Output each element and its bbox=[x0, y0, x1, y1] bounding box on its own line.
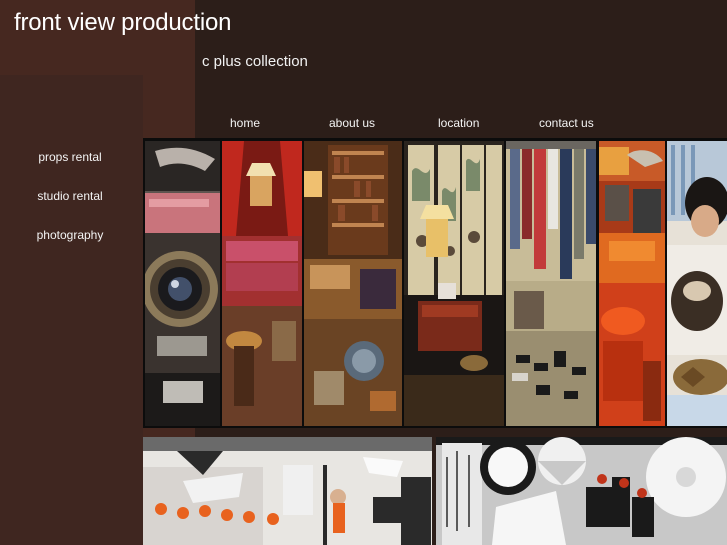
left-nav-band bbox=[0, 75, 143, 545]
side-nav-props-rental[interactable]: props rental bbox=[0, 150, 140, 164]
collage-photo-camera[interactable] bbox=[145, 141, 220, 426]
collage-photo-child-tortoise[interactable] bbox=[667, 141, 727, 426]
side-nav-studio-rental[interactable]: studio rental bbox=[0, 189, 140, 203]
props-collage bbox=[143, 138, 727, 428]
nav-contact-us-link[interactable]: contact us bbox=[539, 116, 594, 130]
site-title[interactable]: front view production bbox=[14, 9, 231, 37]
collage-photo-red-sofa[interactable] bbox=[222, 141, 302, 426]
collage-photo-painted-screen[interactable] bbox=[404, 141, 504, 426]
collage-photo-clothes-rack[interactable] bbox=[506, 141, 596, 426]
nav-location-link[interactable]: location bbox=[438, 116, 479, 130]
nav-about-us-link[interactable]: about us bbox=[329, 116, 375, 130]
studio-photo-shoot[interactable] bbox=[143, 437, 432, 545]
nav-home-link[interactable]: home bbox=[230, 116, 260, 130]
collage-photo-orange-chairs[interactable] bbox=[599, 141, 665, 426]
studio-photo-lighting[interactable] bbox=[436, 437, 727, 545]
side-nav-photography[interactable]: photography bbox=[0, 228, 140, 242]
page: front view production c plus collection … bbox=[0, 0, 727, 545]
collage-photo-antique-room[interactable] bbox=[304, 141, 402, 426]
collection-subtitle: c plus collection bbox=[202, 53, 308, 70]
